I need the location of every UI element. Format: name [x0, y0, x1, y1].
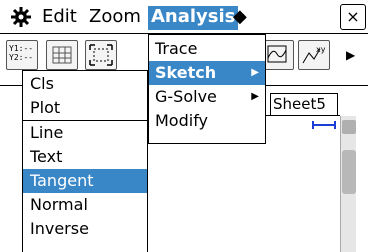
- menu-item-label: Line: [30, 123, 64, 142]
- close-icon: ×: [346, 7, 360, 26]
- menu-item-label: Trace: [155, 39, 198, 58]
- menu-zoom[interactable]: Zoom: [89, 6, 141, 30]
- close-button[interactable]: ×: [340, 4, 366, 30]
- menu-item-plot[interactable]: Plot: [23, 96, 147, 120]
- menu-item-label: Text: [30, 147, 63, 166]
- menu-item-label: Plot: [30, 98, 61, 117]
- menu-item-tangent[interactable]: Tangent: [23, 169, 147, 193]
- menu-item-line[interactable]: Line: [23, 121, 147, 145]
- sketch-submenu: Cls Plot Line Text Tangent Normal Invers…: [22, 70, 148, 252]
- analysis-menu: Trace Sketch ▶ G-Solve ▶ Modify: [148, 34, 266, 144]
- submenu-arrow-icon: ▶: [251, 91, 259, 102]
- menu-item-sketch[interactable]: Sketch ▶: [149, 61, 265, 85]
- scroll-thumb[interactable]: [342, 150, 356, 194]
- menu-item-normal[interactable]: Normal: [23, 193, 147, 217]
- menu-item-label: Inverse: [30, 219, 89, 238]
- zoom-box-button[interactable]: [85, 40, 117, 70]
- series-line-marker: [312, 121, 336, 130]
- menu-item-label: Tangent: [30, 171, 94, 190]
- menu-item-cls[interactable]: Cls: [23, 72, 147, 96]
- gear-icon[interactable]: [10, 6, 32, 28]
- svg-text:xy: xy: [316, 45, 326, 54]
- scroll-up-button[interactable]: [342, 120, 356, 134]
- graph-window-button[interactable]: [262, 40, 294, 70]
- menu-item-label: Sketch: [155, 63, 217, 82]
- left-strip: [0, 86, 24, 252]
- menu-item-text[interactable]: Text: [23, 145, 147, 169]
- menu-item-modify[interactable]: Modify: [149, 109, 265, 133]
- menu-item-label: Cls: [30, 74, 54, 93]
- table-button[interactable]: [46, 40, 78, 70]
- menu-item-inverse[interactable]: Inverse: [23, 217, 147, 241]
- menu-diamond[interactable]: ◆: [233, 6, 247, 30]
- tab-sheet5[interactable]: Sheet5: [270, 93, 338, 115]
- menu-item-label: Modify: [155, 111, 209, 130]
- graph-editor-icon: Y1:-- Y2:--: [9, 44, 34, 62]
- submenu-arrow-icon: ▶: [251, 67, 259, 78]
- menu-item-label: G-Solve: [155, 87, 217, 106]
- xy-graph-button[interactable]: xy: [298, 40, 330, 70]
- menu-analysis[interactable]: Analysis: [148, 6, 239, 30]
- menu-edit[interactable]: Edit: [42, 6, 77, 30]
- xy-graph-icon: xy: [302, 45, 326, 64]
- table-icon: [52, 46, 72, 64]
- graph-window-icon: [267, 45, 287, 63]
- toolbar-more-icon[interactable]: ▶: [346, 48, 355, 62]
- menu-item-label: Normal: [30, 195, 88, 214]
- menu-item-trace[interactable]: Trace: [149, 37, 265, 61]
- zoom-box-icon: [89, 44, 113, 66]
- menu-item-g-solve[interactable]: G-Solve ▶: [149, 85, 265, 109]
- menu-bar: Edit Zoom Analysis ◆ ×: [0, 0, 368, 34]
- graph-editor-button[interactable]: Y1:-- Y2:--: [6, 40, 38, 70]
